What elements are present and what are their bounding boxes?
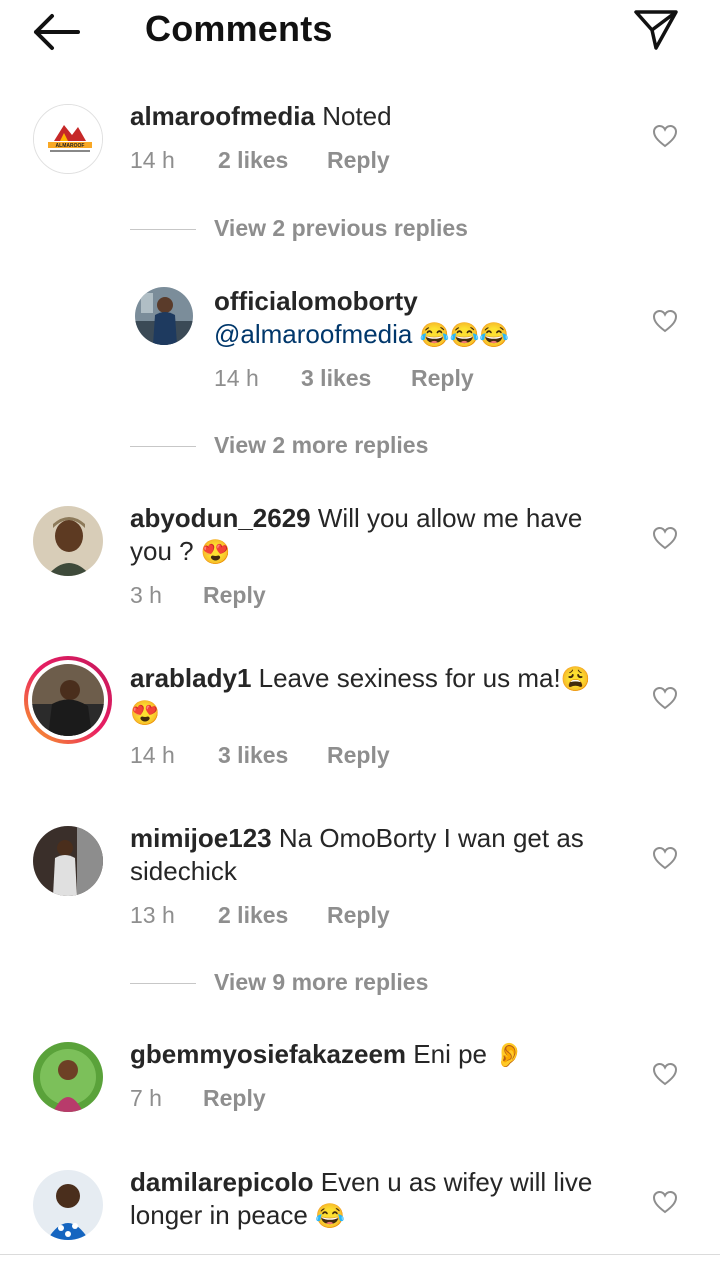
user-photo-icon xyxy=(33,506,103,576)
comment-time: 14 h xyxy=(130,742,175,768)
reply-button[interactable]: Reply xyxy=(411,365,474,392)
divider xyxy=(130,229,196,230)
comment-text: almaroofmedia Noted xyxy=(130,100,620,133)
avatar[interactable] xyxy=(33,826,103,896)
heart-icon[interactable] xyxy=(652,846,678,870)
reply-time: 14 h xyxy=(214,365,259,391)
back-arrow-icon[interactable] xyxy=(30,12,82,52)
comment-time: 13 h xyxy=(130,902,175,928)
user-photo-icon xyxy=(32,664,104,736)
heart-icon[interactable] xyxy=(652,124,678,148)
comment-text: arablady1 Leave sexiness for us ma!😩 😍 xyxy=(130,662,620,730)
almaroof-logo-icon: ALMAROOF xyxy=(34,105,102,173)
heart-icon[interactable] xyxy=(652,526,678,550)
header-bar: Comments xyxy=(0,0,720,62)
heart-icon[interactable] xyxy=(652,1062,678,1086)
view-more-replies-label[interactable]: View 2 more replies xyxy=(214,432,428,459)
comment-body: Noted xyxy=(322,101,392,131)
comment-username[interactable]: arablady1 xyxy=(130,663,251,693)
comment-username[interactable]: gbemmyosiefakazeem xyxy=(130,1039,406,1069)
user-photo-icon xyxy=(33,826,103,896)
comment-username[interactable]: almaroofmedia xyxy=(130,101,315,131)
user-photo-icon xyxy=(33,1042,103,1112)
reply-button[interactable]: Reply xyxy=(327,902,390,929)
comment-likes[interactable]: 3 likes xyxy=(218,742,288,769)
reply-button[interactable]: Reply xyxy=(203,1085,266,1112)
comment-text: mimijoe123 Na OmoBorty I wan get as side… xyxy=(130,822,620,888)
reply-button[interactable]: Reply xyxy=(327,147,390,174)
emoji-text: 😂 xyxy=(315,1203,345,1230)
user-photo-icon xyxy=(135,287,193,345)
heart-icon[interactable] xyxy=(652,309,678,333)
reply-text: officialomoborty @almaroofmedia 😂😂😂 xyxy=(214,285,634,352)
comment-body: Leave sexiness for us ma! xyxy=(258,663,561,693)
emoji-text: 😩 xyxy=(560,666,591,693)
heart-icon[interactable] xyxy=(652,686,678,710)
avatar[interactable]: ALMAROOF xyxy=(33,104,103,174)
logo-text: ALMAROOF xyxy=(56,143,85,149)
comment-text: damilarepicolo Even u as wifey will live… xyxy=(130,1166,620,1233)
avatar[interactable] xyxy=(33,1042,103,1112)
view-more-replies-label[interactable]: View 9 more replies xyxy=(214,969,428,996)
bottom-divider xyxy=(0,1254,720,1255)
comment-time: 7 h xyxy=(130,1085,162,1111)
comment-username[interactable]: mimijoe123 xyxy=(130,823,272,853)
heart-icon[interactable] xyxy=(652,1190,678,1214)
reply-button[interactable]: Reply xyxy=(327,742,390,769)
emoji-text: 😂😂😂 xyxy=(419,322,510,349)
view-previous-replies-label[interactable]: View 2 previous replies xyxy=(214,215,468,242)
avatar[interactable] xyxy=(33,506,103,576)
reply-button[interactable]: Reply xyxy=(203,582,266,609)
divider xyxy=(130,983,196,984)
page-title: Comments xyxy=(145,8,333,49)
comment-text: abyodun_2629 Will you allow me have you … xyxy=(130,502,620,569)
comment-likes[interactable]: 2 likes xyxy=(218,902,288,929)
comment-likes[interactable]: 2 likes xyxy=(218,147,288,174)
user-photo-icon xyxy=(33,1170,103,1240)
paper-plane-icon[interactable] xyxy=(632,8,680,52)
reply-username[interactable]: officialomoborty xyxy=(214,285,634,318)
reply-likes[interactable]: 3 likes xyxy=(301,365,371,392)
comment-body: Eni pe xyxy=(413,1039,487,1069)
mention-link[interactable]: @almaroofmedia xyxy=(214,319,412,349)
avatar[interactable] xyxy=(135,287,193,345)
emoji-text: 😍 xyxy=(200,539,231,566)
emoji-text-2: 😍 xyxy=(130,700,160,727)
emoji-text: 👂 xyxy=(494,1042,525,1069)
comment-username[interactable]: abyodun_2629 xyxy=(130,503,311,533)
divider xyxy=(130,446,196,447)
comment-username[interactable]: damilarepicolo xyxy=(130,1167,314,1197)
avatar-story-ring[interactable] xyxy=(24,656,112,744)
avatar[interactable] xyxy=(33,1170,103,1240)
comment-time: 3 h xyxy=(130,582,162,608)
comment-time: 14 h xyxy=(130,147,175,173)
comment-text: gbemmyosiefakazeem Eni pe 👂 xyxy=(130,1038,620,1072)
